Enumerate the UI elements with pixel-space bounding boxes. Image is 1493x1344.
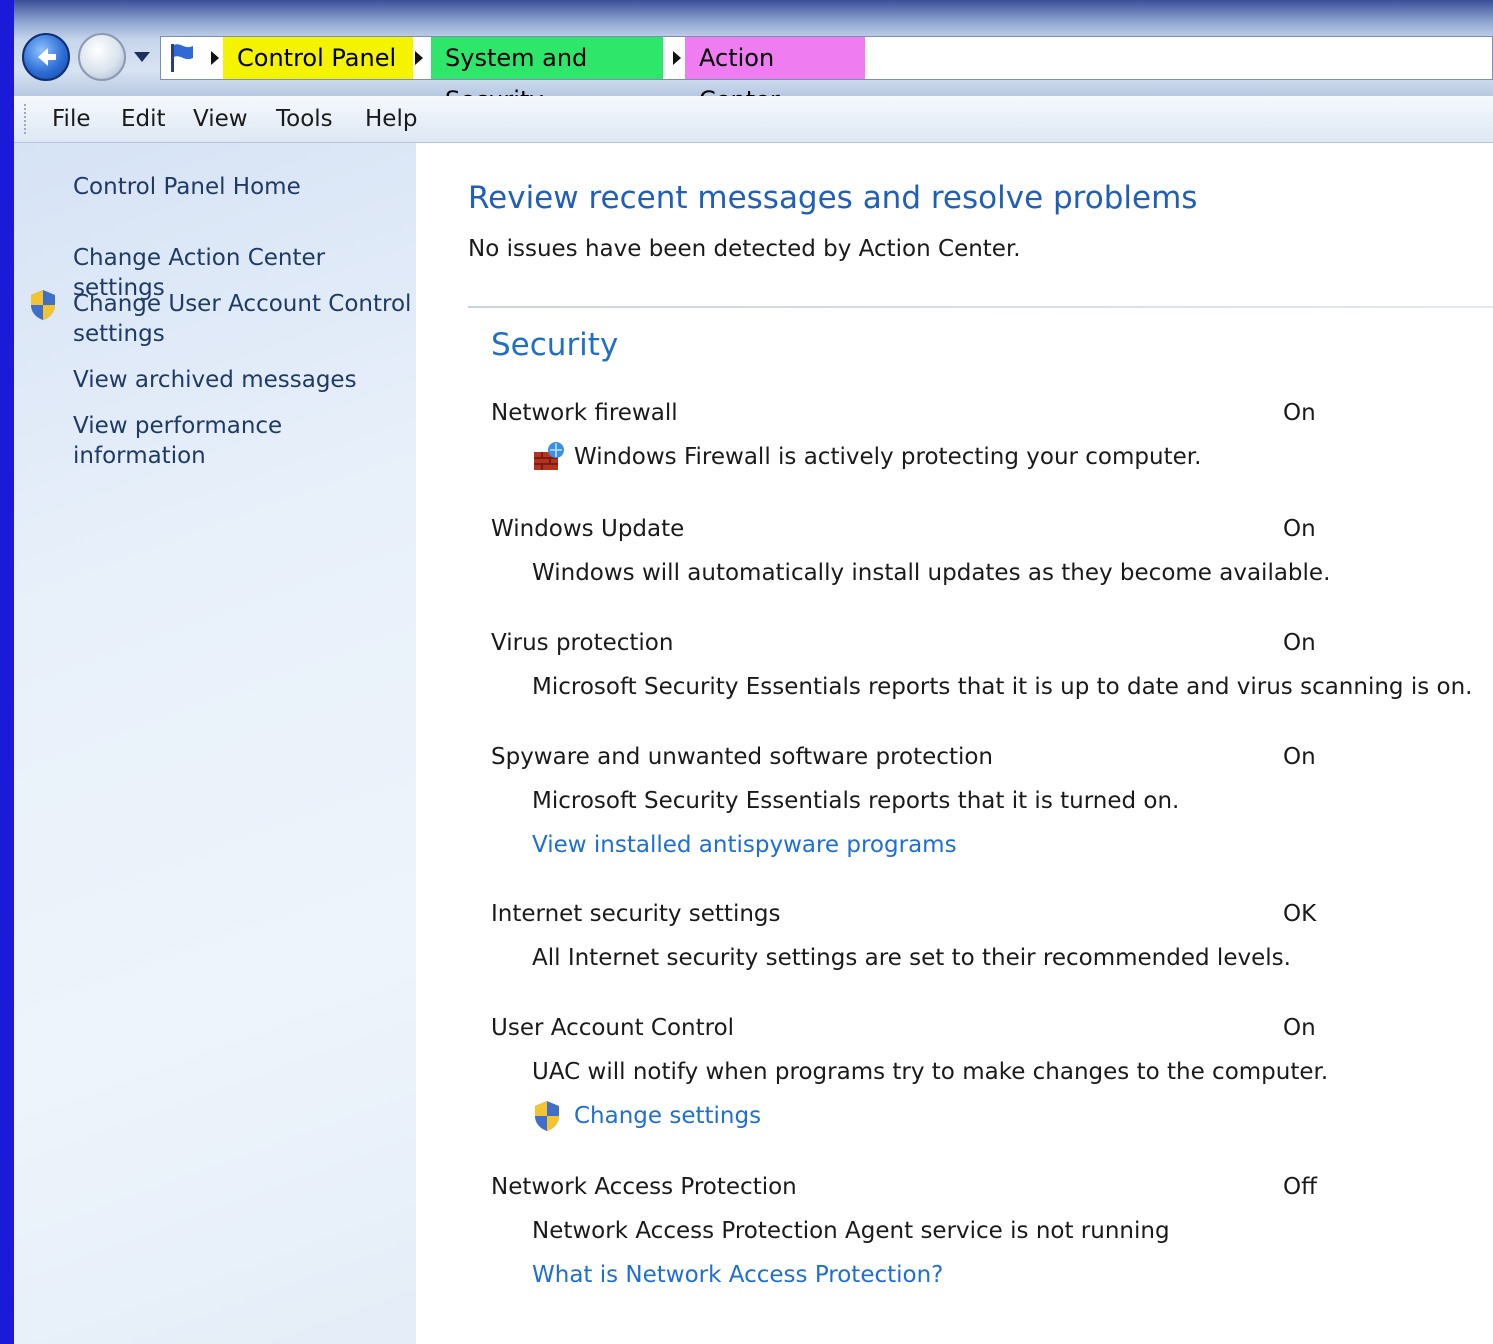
security-item-status: On <box>1283 516 1316 542</box>
breadcrumb-control-panel[interactable]: Control Panel <box>223 37 413 79</box>
breadcrumb-separator-icon[interactable] <box>415 51 423 65</box>
uac-shield-icon <box>31 290 55 320</box>
security-item-name: Network Access Protection <box>491 1174 797 1200</box>
menu-file[interactable]: File <box>52 96 91 142</box>
sidebar-item-change-uac-settings[interactable]: Change User Account Control settings <box>73 289 413 349</box>
menu-view[interactable]: View <box>193 96 248 142</box>
security-item-description: Windows will automatically install updat… <box>532 560 1331 586</box>
menu-bar: File Edit View Tools Help <box>14 96 1493 143</box>
address-field[interactable]: Control Panel System and Security Action… <box>160 36 1493 114</box>
security-item-name: Network firewall <box>491 400 678 426</box>
security-item-name: Windows Update <box>491 516 685 542</box>
action-center-window: Control Panel System and Security Action… <box>14 0 1493 1344</box>
security-item-status: On <box>1283 400 1316 426</box>
breadcrumb-action-center[interactable]: Action Center <box>685 37 865 114</box>
change-uac-settings-link[interactable]: Change settings <box>574 1103 761 1129</box>
menu-tools[interactable]: Tools <box>276 96 333 142</box>
security-item-status: Off <box>1283 1174 1317 1200</box>
security-item-description: Microsoft Security Essentials reports th… <box>532 674 1473 700</box>
security-item-description: Windows Firewall is actively protecting … <box>574 444 1202 470</box>
uac-shield-icon <box>535 1101 559 1131</box>
action-center-flag-icon <box>171 44 193 72</box>
security-item-name: Internet security settings <box>491 901 781 927</box>
breadcrumb-separator-icon[interactable] <box>673 51 681 65</box>
page-title: Review recent messages and resolve probl… <box>468 180 1198 216</box>
address-bar: Control Panel System and Security Action… <box>14 0 1493 114</box>
security-item-description: Network Access Protection Agent service … <box>532 1218 1170 1244</box>
sidebar-item-control-panel-home[interactable]: Control Panel Home <box>73 172 413 202</box>
security-item-description: All Internet security settings are set t… <box>532 945 1291 971</box>
forward-button[interactable] <box>78 33 126 81</box>
security-item-status: On <box>1283 744 1316 770</box>
what-is-nap-link[interactable]: What is Network Access Protection? <box>532 1262 943 1288</box>
firewall-icon <box>534 442 564 470</box>
recent-pages-dropdown-icon[interactable] <box>134 52 150 62</box>
left-navigation-pane: Control Panel Home Change Action Center … <box>14 143 416 1344</box>
security-item-status: On <box>1283 1015 1316 1041</box>
security-item-name: Virus protection <box>491 630 674 656</box>
section-divider <box>468 306 1493 308</box>
security-item-name: Spyware and unwanted software protection <box>491 744 994 770</box>
back-button[interactable] <box>22 33 70 81</box>
menu-edit[interactable]: Edit <box>121 96 166 142</box>
sidebar-item-view-archived-messages[interactable]: View archived messages <box>73 365 413 395</box>
breadcrumb-separator-icon[interactable] <box>211 51 219 65</box>
view-installed-antispyware-link[interactable]: View installed antispyware programs <box>532 832 957 858</box>
security-item-status: OK <box>1283 901 1317 927</box>
menu-help[interactable]: Help <box>365 96 417 142</box>
menu-grip <box>24 104 29 134</box>
breadcrumb-system-and-security[interactable]: System and Security <box>431 37 663 114</box>
security-section-title[interactable]: Security <box>491 327 618 363</box>
security-item-description: UAC will notify when programs try to mak… <box>532 1059 1329 1085</box>
security-item-description: Microsoft Security Essentials reports th… <box>532 788 1180 814</box>
page-subtitle: No issues have been detected by Action C… <box>468 236 1021 262</box>
security-item-status: On <box>1283 630 1316 656</box>
back-arrow-icon <box>38 48 56 66</box>
security-item-name: User Account Control <box>491 1015 735 1041</box>
sidebar-item-view-performance-information[interactable]: View performance information <box>73 411 413 471</box>
